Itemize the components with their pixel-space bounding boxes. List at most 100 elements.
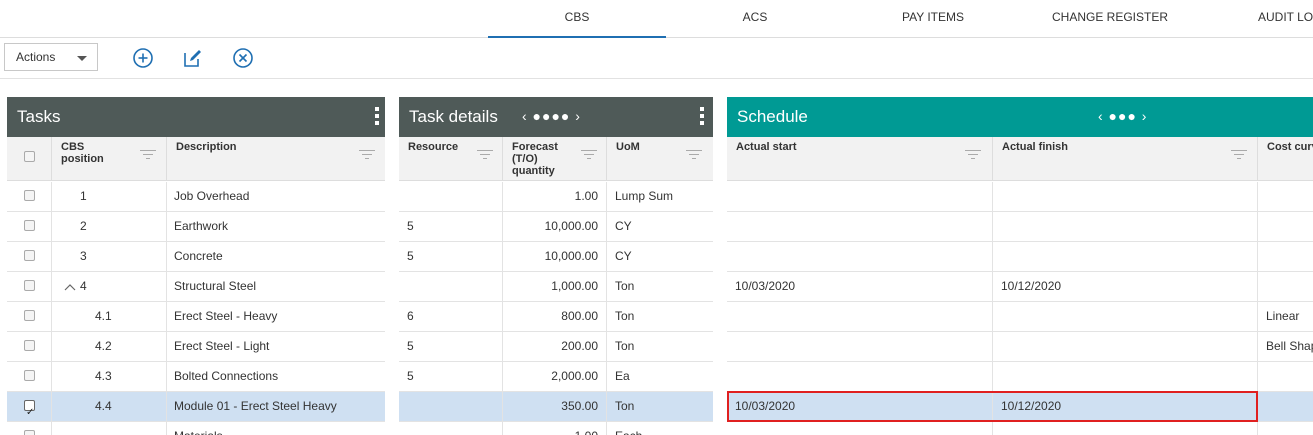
table-row[interactable]: 4.4 Module 01 - Erect Steel Heavy	[7, 392, 385, 422]
filter-icon[interactable]	[686, 150, 702, 162]
col-cost-curve[interactable]: Cost curve	[1258, 137, 1313, 181]
task-details-pager[interactable]: ‹ ●●●● ›	[522, 108, 581, 124]
table-row[interactable]: Materials	[7, 422, 385, 435]
table-row[interactable]: Linear	[727, 302, 1313, 332]
row-checkbox[interactable]	[24, 280, 35, 291]
actions-dropdown[interactable]: Actions	[4, 43, 98, 71]
table-row[interactable]: 5 10,000.00 CY	[399, 212, 713, 242]
tab-cbs[interactable]: CBS	[488, 0, 666, 38]
row-checkbox[interactable]	[24, 430, 35, 435]
checkbox-cell	[7, 332, 52, 361]
more-options-icon[interactable]	[375, 107, 379, 128]
tab-pay-items[interactable]: PAY ITEMS	[868, 0, 998, 36]
cost-curve	[1258, 182, 1313, 211]
actual-start	[727, 182, 993, 211]
select-all-checkbox[interactable]	[24, 151, 35, 162]
description: Earthwork	[174, 219, 229, 233]
table-row[interactable]: 350.00 Ton	[399, 392, 713, 422]
collapse-icon[interactable]	[64, 279, 80, 293]
table-row[interactable]: 2 Earthwork	[7, 212, 385, 242]
table-row[interactable]	[727, 182, 1313, 212]
cost-curve	[1258, 362, 1313, 391]
cbs-position: 1	[80, 189, 87, 203]
tasks-title: Tasks	[17, 107, 61, 126]
row-checkbox[interactable]	[24, 370, 35, 381]
tab-change-register[interactable]: CHANGE REGISTER	[1045, 0, 1175, 36]
table-row[interactable]: 5 2,000.00 Ea	[399, 362, 713, 392]
forecast-quantity: 1.00	[503, 422, 607, 435]
forecast-quantity: 800.00	[503, 302, 607, 331]
more-options-icon[interactable]	[700, 107, 704, 128]
table-row[interactable]: 4.1 Erect Steel - Heavy	[7, 302, 385, 332]
filter-icon[interactable]	[359, 150, 375, 162]
description: Job Overhead	[174, 189, 250, 203]
col-actual-finish[interactable]: Actual finish	[993, 137, 1258, 181]
row-checkbox[interactable]	[24, 220, 35, 231]
resource	[399, 182, 503, 211]
col-description[interactable]: Description	[167, 137, 385, 181]
col-resource[interactable]: Resource	[399, 137, 503, 181]
table-row[interactable]: 10/03/2020 10/12/2020	[727, 272, 1313, 302]
actual-finish	[993, 422, 1258, 435]
cancel-icon[interactable]	[232, 47, 254, 69]
table-row[interactable]	[727, 422, 1313, 435]
tab-audit-log[interactable]: AUDIT LOG	[1228, 0, 1313, 36]
cbs-position-cell	[52, 422, 167, 435]
edit-icon[interactable]	[182, 47, 204, 69]
cost-curve	[1258, 392, 1313, 421]
forecast-quantity: 200.00	[503, 332, 607, 361]
filter-icon[interactable]	[1231, 150, 1247, 162]
table-row[interactable]: 1 Job Overhead	[7, 182, 385, 212]
table-row[interactable]	[727, 362, 1313, 392]
schedule-pager[interactable]: ‹ ●●● ›	[1098, 108, 1147, 124]
filter-icon[interactable]	[140, 150, 156, 162]
resource	[399, 392, 503, 421]
cbs-position-cell: 2	[52, 212, 167, 241]
description: Module 01 - Erect Steel Heavy	[174, 399, 337, 413]
filter-icon[interactable]	[581, 150, 597, 162]
table-row[interactable]: 5 200.00 Ton	[399, 332, 713, 362]
col-forecast-quantity-label: Forecast (T/O) quantity	[512, 141, 558, 177]
row-checkbox[interactable]	[24, 398, 35, 421]
col-forecast-quantity[interactable]: Forecast (T/O) quantity	[503, 137, 607, 181]
col-actual-start[interactable]: Actual start	[727, 137, 993, 181]
col-uom[interactable]: UoM	[607, 137, 713, 181]
filter-icon[interactable]	[965, 150, 981, 162]
uom: Ton	[615, 309, 635, 323]
resource: 6	[399, 302, 503, 331]
schedule-header: Schedule ‹ ●●● ›	[727, 97, 1313, 137]
uom: CY	[615, 219, 632, 233]
row-checkbox[interactable]	[24, 340, 35, 351]
cbs-position: 4.1	[95, 309, 112, 323]
table-row[interactable]: 6 800.00 Ton	[399, 302, 713, 332]
checkbox-cell	[7, 302, 52, 331]
table-row[interactable]: 5 10,000.00 CY	[399, 242, 713, 272]
row-checkbox[interactable]	[24, 310, 35, 321]
table-row[interactable]: 1.00Each	[399, 422, 713, 435]
tab-acs[interactable]: ACS	[690, 0, 820, 36]
uom: Ton	[615, 399, 635, 413]
add-icon[interactable]	[132, 47, 154, 69]
table-row[interactable]	[727, 242, 1313, 272]
table-row[interactable]	[727, 212, 1313, 242]
row-checkbox[interactable]	[24, 190, 35, 201]
row-checkbox[interactable]	[24, 250, 35, 261]
task-details-header: Task details ‹ ●●●● ›	[399, 97, 713, 137]
cbs-position-cell: 4	[52, 272, 167, 301]
col-cbs-position-label: CBS position	[61, 141, 104, 165]
table-row[interactable]: 3 Concrete	[7, 242, 385, 272]
table-row[interactable]: 4.3 Bolted Connections	[7, 362, 385, 392]
schedule-column-header: Actual start Actual finish Cost curve	[727, 137, 1313, 181]
filter-icon[interactable]	[477, 150, 493, 162]
table-row[interactable]: 4.2 Erect Steel - Light	[7, 332, 385, 362]
checkbox-cell	[7, 392, 52, 421]
table-row[interactable]: 4 Structural Steel	[7, 272, 385, 302]
table-row[interactable]: Bell Shape	[727, 332, 1313, 362]
actual-finish	[993, 182, 1258, 211]
table-row[interactable]: 1,000.00 Ton	[399, 272, 713, 302]
actual-start	[727, 422, 993, 435]
col-cbs-position[interactable]: CBS position	[52, 137, 167, 181]
table-row[interactable]: 1.00 Lump Sum	[399, 182, 713, 212]
tasks-column-header: CBS position Description	[7, 137, 385, 181]
top-nav: CBS ACS PAY ITEMS CHANGE REGISTER AUDIT …	[0, 0, 1313, 38]
